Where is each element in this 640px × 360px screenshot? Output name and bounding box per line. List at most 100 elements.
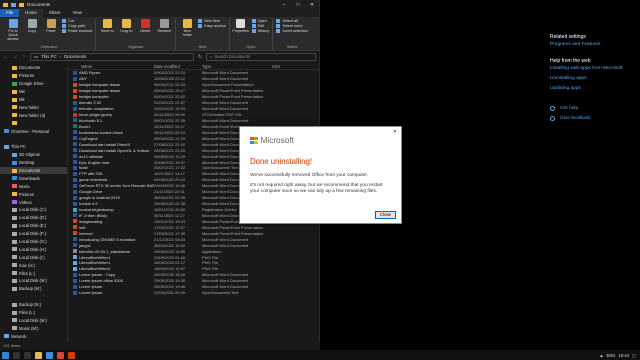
nav-item[interactable]: New folder xyxy=(0,103,67,111)
rename-button[interactable]: Rename xyxy=(156,19,172,33)
paste-shortcut-button[interactable]: Paste shortcut xyxy=(62,29,92,33)
breadcrumb-this-pc[interactable]: This PC xyxy=(41,54,57,60)
forward-arrow-icon[interactable]: → xyxy=(12,54,18,60)
cut-button[interactable]: Cut xyxy=(62,19,92,23)
nav-item[interactable]: OneDrive - Personal xyxy=(0,127,67,135)
column-type[interactable]: Type xyxy=(202,64,272,69)
maximize-icon[interactable]: □ xyxy=(291,2,305,8)
refresh-icon[interactable]: ↻ xyxy=(197,54,203,60)
breadcrumb[interactable]: ▭ This PC › Documents xyxy=(30,52,194,61)
programs-features-link[interactable]: Programs and Features xyxy=(550,40,640,50)
give-feedback-link[interactable]: Give feedback xyxy=(550,113,640,123)
nav-item[interactable]: Music (M:) xyxy=(0,324,67,332)
nav-item[interactable]: Local Disk (H:) xyxy=(0,245,67,253)
nav-item[interactable]: Backup (N:) xyxy=(0,301,67,309)
move-to-button[interactable]: Move to xyxy=(99,19,115,33)
nav-item[interactable]: Files (L:) xyxy=(0,309,67,317)
delete-button[interactable]: Delete xyxy=(137,19,153,33)
web-link-updating[interactable]: Updating apps xyxy=(550,84,640,94)
nav-item[interactable]: Local Disk (D:) xyxy=(0,214,67,222)
nav-item[interactable]: Backup (M:) xyxy=(0,285,67,293)
file-date: 09/04/2021 21:29 xyxy=(154,135,186,141)
notification-icon[interactable]: ▢ xyxy=(632,353,636,358)
easy-access-button[interactable]: Easy access xyxy=(198,24,226,28)
office-icon[interactable] xyxy=(68,351,75,359)
chrome-icon[interactable] xyxy=(57,351,64,359)
path-icon xyxy=(62,24,66,28)
nav-item[interactable]: Downloads xyxy=(0,174,67,182)
nav-item[interactable]: 3D Objects xyxy=(0,151,67,159)
nav-item[interactable]: Local Disk (E:) xyxy=(0,222,67,230)
breadcrumb-documents[interactable]: Documents xyxy=(64,54,86,60)
get-help-link[interactable]: Get help xyxy=(550,103,640,113)
nav-item[interactable]: New folder (3) xyxy=(0,111,67,119)
network-icon[interactable]: ▲ xyxy=(599,353,603,358)
nav-item[interactable]: This PC xyxy=(0,143,67,151)
nav-item[interactable]: Pictures xyxy=(0,72,67,80)
start-icon[interactable] xyxy=(2,351,9,359)
copy-path-button[interactable]: Copy path xyxy=(62,24,92,28)
png-file-icon xyxy=(73,260,77,265)
paste-button[interactable]: Paste xyxy=(43,19,59,33)
nav-item[interactable]: Videos xyxy=(0,198,67,206)
web-link-uninstalling[interactable]: Uninstalling apps xyxy=(550,74,640,84)
new-item-button[interactable]: New item xyxy=(198,19,225,23)
nav-item[interactable]: Music xyxy=(0,182,67,190)
minimize-icon[interactable]: – xyxy=(277,2,291,8)
nav-item[interactable]: Documents xyxy=(0,64,67,72)
select-none-icon xyxy=(276,24,281,28)
file-explorer-icon[interactable] xyxy=(35,351,42,359)
nav-item[interactable]: Local Disk (G:) xyxy=(0,238,67,246)
new-folder-button[interactable]: New folder xyxy=(179,19,195,37)
column-date[interactable]: Date modified xyxy=(154,64,202,69)
tab-file[interactable]: File xyxy=(0,9,20,17)
close-icon[interactable]: ✕ xyxy=(393,129,397,135)
select-all-button[interactable]: Select all xyxy=(276,19,308,23)
edit-button[interactable]: Edit xyxy=(251,24,270,28)
save-icon[interactable] xyxy=(11,2,16,7)
properties-button[interactable]: Properties xyxy=(232,19,249,33)
task-view-icon[interactable] xyxy=(24,351,31,359)
nav-item[interactable]: Documents xyxy=(0,166,67,175)
search-icon[interactable] xyxy=(13,351,20,359)
nav-item[interactable]: mac (H:) xyxy=(0,261,67,269)
back-arrow-icon[interactable]: ← xyxy=(3,54,9,60)
close-button[interactable]: Close xyxy=(375,211,396,219)
file-row[interactable]: Lorem Ipsum 22/04/2021 20:45 OpenDocument … xyxy=(68,290,320,296)
nav-item[interactable]: Mic xyxy=(0,88,67,96)
nav-item[interactable]: Local Disk (M:) xyxy=(0,317,67,325)
close-icon[interactable]: ✕ xyxy=(305,2,319,8)
word-file-icon xyxy=(73,70,77,75)
nav-item[interactable]: Local Disk (F:) xyxy=(0,230,67,238)
clock[interactable]: 19:44 xyxy=(619,353,629,358)
copy-to-button[interactable]: Copy to xyxy=(118,19,134,33)
nav-item[interactable] xyxy=(0,119,67,127)
ribbon-tabs: File Home Share View xyxy=(0,9,319,17)
tab-view[interactable]: View xyxy=(67,9,88,17)
nav-item[interactable]: Local Disk (M:) xyxy=(0,277,67,285)
nav-item[interactable]: Pictures xyxy=(0,190,67,198)
nav-item[interactable]: Google Drive xyxy=(0,80,67,88)
nav-item[interactable]: Network xyxy=(0,332,67,340)
up-arrow-icon[interactable]: ↑ xyxy=(21,54,27,60)
search-input[interactable]: ⌕ Search Documents xyxy=(206,52,316,61)
language-indicator[interactable]: ENG xyxy=(606,353,615,358)
nav-item[interactable]: Local Disk (C:) xyxy=(0,206,67,214)
nav-item[interactable]: Local Disk (I:) xyxy=(0,253,67,261)
select-none-button[interactable]: Select none xyxy=(276,24,308,28)
nav-item[interactable]: Desktop xyxy=(0,159,67,167)
pin-quick-access-button[interactable]: Pin to Quick access xyxy=(5,19,21,42)
column-size[interactable]: Size xyxy=(272,64,300,69)
open-button[interactable]: Open xyxy=(251,19,270,23)
nav-item[interactable]: Mit xyxy=(0,96,67,104)
history-button[interactable]: History xyxy=(251,29,269,33)
invert-selection-button[interactable]: Invert selection xyxy=(276,29,308,33)
browser-icon[interactable] xyxy=(46,351,53,359)
web-link-installing[interactable]: Installing web apps from Microsoft xyxy=(550,64,640,74)
tab-home[interactable]: Home xyxy=(19,9,43,17)
copy-button[interactable]: Copy xyxy=(24,19,40,33)
tab-share[interactable]: Share xyxy=(43,9,67,17)
folder-icon[interactable] xyxy=(19,2,24,7)
column-name[interactable]: Name xyxy=(68,64,154,69)
nav-item[interactable]: Files (L:) xyxy=(0,269,67,277)
